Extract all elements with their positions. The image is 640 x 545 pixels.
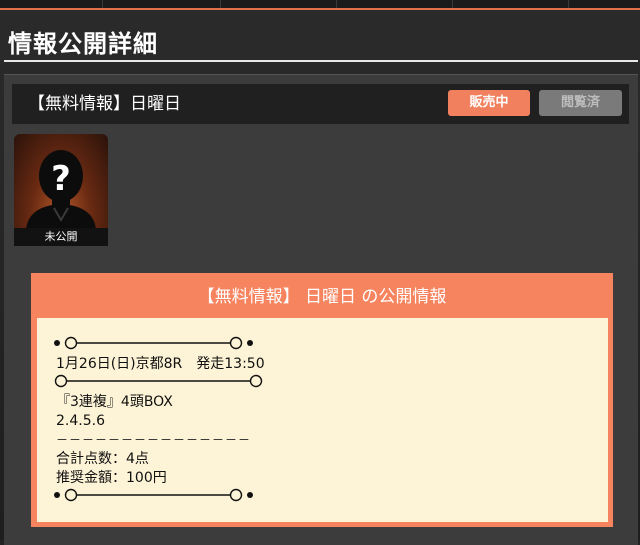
info-line-dashes: －－－－－－－－－－－－－－－ [56,433,252,447]
nav-divider [568,0,569,8]
info-header-title: 【無料情報】日曜日 [28,94,181,114]
avatar[interactable]: ? 未公開 [14,134,108,246]
nav-divider [336,0,337,8]
info-line-bet-type: 『3連複』4頭BOX [56,394,173,410]
avatar-label: 未公開 [14,228,108,246]
public-info-title: 【無料情報】 日曜日 の公開情報 [197,287,447,307]
page-title: 情報公開詳細 [8,30,158,58]
nav-divider [452,0,453,8]
nav-divider [102,0,103,8]
circle-separator [54,374,263,388]
title-underline [4,60,638,62]
info-line-horses: 2.4.5.6 [56,413,105,429]
dot-circle-separator [54,336,253,350]
viewed-button[interactable]: 閲覧済 [539,90,622,116]
dot-circle-separator [54,488,253,502]
top-navigation-strip [0,0,640,10]
info-line-amount: 推奨金額：100円 [56,470,167,486]
info-line-points: 合計点数：4点 [56,451,149,467]
svg-text:?: ? [51,159,71,199]
nav-divider [220,0,221,8]
on-sale-button[interactable]: 販売中 [448,90,530,116]
info-line-race: 1月26日(日)京都8R 発走13:50 [56,356,265,372]
